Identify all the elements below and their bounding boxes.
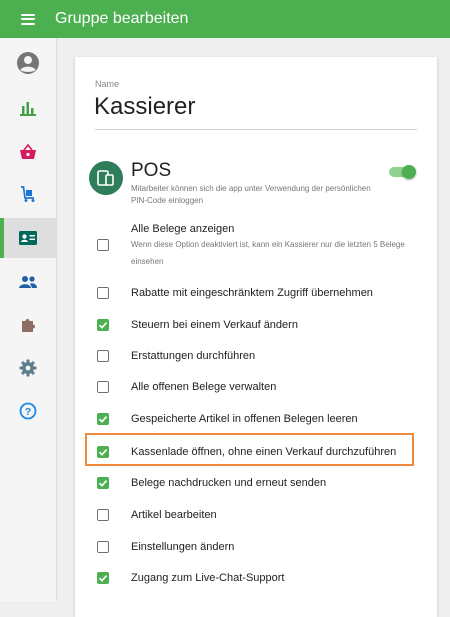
employee-card-icon xyxy=(19,231,37,245)
help-icon: ? xyxy=(19,402,37,420)
menu-icon[interactable] xyxy=(21,13,35,25)
group-form-card: Name Kassierer POS Mitarbeiter können si… xyxy=(75,57,437,617)
permission-label: Belege nachdrucken und erneut senden xyxy=(131,477,327,489)
people-icon xyxy=(19,276,37,288)
sidebar-item-customers[interactable] xyxy=(0,262,56,302)
sidebar: ? xyxy=(0,38,57,601)
sidebar-item-sales[interactable] xyxy=(0,132,56,172)
pos-section-icon xyxy=(89,161,123,195)
permission-checkbox[interactable] xyxy=(97,572,109,584)
account-icon xyxy=(17,52,39,74)
permission-label: Einstellungen ändern xyxy=(131,541,235,553)
pos-section-description: Mitarbeiter können sich die app unter Ve… xyxy=(131,184,371,205)
devices-icon xyxy=(97,170,114,186)
permission-label: Kassenlade öffnen, ohne einen Verkauf du… xyxy=(131,446,397,458)
permission-label: Erstattungen durchführen xyxy=(131,350,256,362)
sidebar-item-help[interactable]: ? xyxy=(0,391,56,431)
puzzle-icon xyxy=(22,319,35,332)
sidebar-item-employees[interactable] xyxy=(0,218,56,258)
permission-label: Rabatte mit eingeschränktem Zugriff über… xyxy=(131,287,373,299)
cart-icon xyxy=(21,186,35,202)
name-field-underline xyxy=(95,129,417,130)
permission-label: Artikel bearbeiten xyxy=(131,509,217,521)
checkmark-icon xyxy=(98,416,108,423)
permission-checkbox[interactable] xyxy=(97,381,109,393)
sidebar-item-integrations[interactable] xyxy=(0,305,56,345)
bar-chart-icon xyxy=(20,102,36,116)
permission-label: Zugang zum Live-Chat-Support xyxy=(131,572,285,584)
permission-description: Wenn diese Option deaktiviert ist, kann … xyxy=(131,240,405,266)
pos-access-toggle[interactable] xyxy=(389,165,416,179)
permission-label: Alle Belege anzeigen xyxy=(131,223,235,235)
page-title: Gruppe bearbeiten xyxy=(55,10,189,27)
permission-checkbox[interactable] xyxy=(97,319,109,331)
sidebar-item-inventory[interactable] xyxy=(0,174,56,214)
permission-label: Gespeicherte Artikel in offenen Belegen … xyxy=(131,413,358,425)
name-field-label: Name xyxy=(95,79,120,89)
permission-checkbox[interactable] xyxy=(97,350,109,362)
pos-section-title: POS xyxy=(131,160,172,181)
gear-icon xyxy=(19,359,37,377)
permission-checkbox[interactable] xyxy=(97,477,109,489)
permission-label: Alle offenen Belege verwalten xyxy=(131,381,277,393)
permission-checkbox[interactable] xyxy=(97,446,109,458)
svg-text:?: ? xyxy=(25,406,31,418)
checkmark-icon xyxy=(98,575,108,582)
permission-checkbox[interactable] xyxy=(97,239,109,251)
sidebar-item-account[interactable] xyxy=(0,43,56,83)
permission-checkbox[interactable] xyxy=(97,287,109,299)
sidebar-item-reports[interactable] xyxy=(0,88,56,128)
checkmark-icon xyxy=(98,449,108,456)
checkmark-icon xyxy=(98,322,108,329)
permission-checkbox[interactable] xyxy=(97,541,109,553)
sidebar-item-settings[interactable] xyxy=(0,348,56,388)
permission-checkbox[interactable] xyxy=(97,509,109,521)
checkmark-icon xyxy=(98,480,108,487)
permission-label: Steuern bei einem Verkauf ändern xyxy=(131,319,298,331)
name-field[interactable]: Kassierer xyxy=(94,93,195,121)
app-bar: Gruppe bearbeiten xyxy=(0,0,450,38)
basket-icon xyxy=(20,144,36,159)
permission-checkbox[interactable] xyxy=(97,413,109,425)
